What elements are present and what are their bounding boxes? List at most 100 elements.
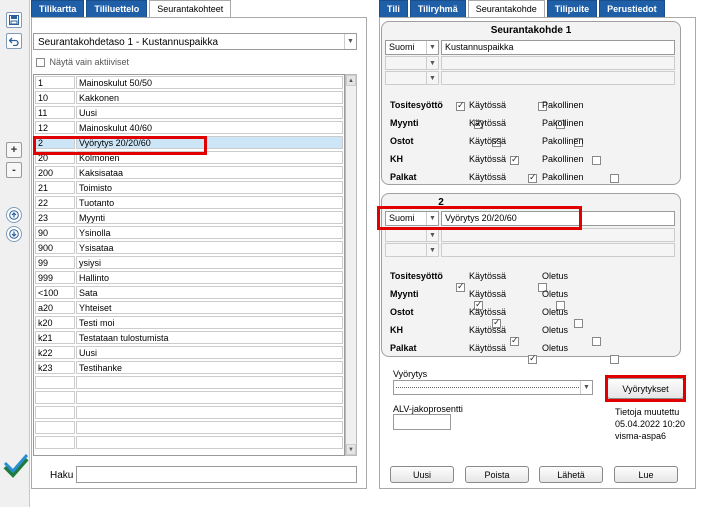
group1-enabled-checkbox[interactable] xyxy=(528,172,537,184)
list-item[interactable]: 99 ysiysi xyxy=(34,255,344,270)
save-icon[interactable] xyxy=(6,12,22,28)
group2-name-input-3[interactable] xyxy=(441,243,675,257)
highlight-allocations-button xyxy=(605,375,686,402)
list-item-code: k21 xyxy=(35,331,75,344)
show-active-checkbox[interactable] xyxy=(36,58,45,68)
list-item-code xyxy=(35,436,75,449)
vat-input[interactable] xyxy=(393,414,451,430)
group1-second-checkbox[interactable] xyxy=(592,156,601,166)
list-item[interactable] xyxy=(34,420,344,435)
list-item-code: 22 xyxy=(35,196,75,209)
list-item-code: 12 xyxy=(35,121,75,134)
list-item[interactable] xyxy=(34,435,344,450)
move-up-icon[interactable] xyxy=(6,207,22,223)
new-button[interactable]: Uusi xyxy=(390,466,454,483)
list-item[interactable]: k23 Testihanke xyxy=(34,360,344,375)
tab-perustiedot[interactable]: Perustiedot xyxy=(599,0,665,17)
search-input[interactable] xyxy=(76,466,357,483)
list-item[interactable]: k21 Testataan tulostumista xyxy=(34,330,344,345)
group1-row-label: Palkat xyxy=(390,172,417,182)
tab-tiliryhma[interactable]: Tiliryhmä xyxy=(409,0,466,17)
tracking-object-list: 1 Mainoskulut 50/50 10 Kakkonen 11 Uusi 12 Main… xyxy=(33,74,345,456)
search-label: Haku xyxy=(50,470,74,481)
delete-button[interactable]: Poista xyxy=(465,466,529,483)
info-user: visma-aspa6 xyxy=(615,431,667,441)
send-button[interactable]: Lähetä xyxy=(539,466,603,483)
group1-second-label: Pakollinen xyxy=(542,100,584,110)
group2-language-select-2[interactable]: ▼ xyxy=(385,228,439,242)
group2-second-label: Oletus xyxy=(542,307,569,317)
list-item[interactable]: 23 Myynti xyxy=(34,210,344,225)
group2-language-select-3[interactable]: ▼ xyxy=(385,243,439,257)
group1-second-label: Pakollinen xyxy=(542,136,584,146)
list-item[interactable]: 900 Ysisataa xyxy=(34,240,344,255)
group1-name-input[interactable]: Kustannuspaikka xyxy=(441,40,675,55)
group1-language-select[interactable]: Suomi ▼ xyxy=(385,40,439,55)
group2-enabled-checkbox[interactable] xyxy=(528,353,537,365)
group2-enabled-checkbox[interactable] xyxy=(510,335,519,347)
left-toolbar: + - xyxy=(0,0,30,507)
list-item-name xyxy=(76,391,343,404)
read-button[interactable]: Lue xyxy=(614,466,678,483)
list-item-code: 21 xyxy=(35,181,75,194)
highlight-list-row xyxy=(33,136,207,155)
list-item-name: Testi moi xyxy=(76,316,343,329)
vat-label: ALV-jakoprosentti xyxy=(393,404,463,414)
group2-second-label: Oletus xyxy=(542,343,569,353)
list-scrollbar[interactable]: ▲ ▼ xyxy=(345,74,357,456)
list-item-name: Uusi xyxy=(76,106,343,119)
group2-enabled-checkbox[interactable] xyxy=(456,281,465,293)
list-item[interactable]: 1 Mainoskulut 50/50 xyxy=(34,75,344,90)
scroll-up-icon[interactable]: ▲ xyxy=(346,75,356,86)
remove-icon[interactable]: - xyxy=(6,162,22,178)
group1-second-checkbox[interactable] xyxy=(610,174,619,184)
group1-name-input-2[interactable] xyxy=(441,56,675,70)
list-item[interactable]: <100 Sata xyxy=(34,285,344,300)
group1-row-label: KH xyxy=(390,154,403,164)
tab-tililuettelo[interactable]: Tililuettelo xyxy=(86,0,148,17)
tab-seurantakohde[interactable]: Seurantakohde xyxy=(467,0,545,18)
group1-language-select-3[interactable]: ▼ xyxy=(385,71,439,85)
list-item[interactable]: 200 Kaksisataa xyxy=(34,165,344,180)
list-item[interactable]: a20 Yhteiset xyxy=(34,300,344,315)
highlight-name-field xyxy=(377,206,582,230)
tab-tili[interactable]: Tili xyxy=(379,0,408,17)
list-item[interactable]: k22 Uusi xyxy=(34,345,344,360)
list-item[interactable] xyxy=(34,405,344,420)
scroll-down-icon[interactable]: ▼ xyxy=(346,444,356,455)
list-item[interactable] xyxy=(34,390,344,405)
tab-seurantakohteet[interactable]: Seurantakohteet xyxy=(149,0,232,18)
tab-tilikartta[interactable]: Tilikartta xyxy=(31,0,85,17)
list-item[interactable]: 12 Mainoskulut 40/60 xyxy=(34,120,344,135)
group1-enabled-checkbox[interactable] xyxy=(456,100,465,112)
undo-icon[interactable] xyxy=(6,33,22,49)
add-icon[interactable]: + xyxy=(6,142,22,158)
group2-name-input-2[interactable] xyxy=(441,228,675,242)
list-item[interactable]: k20 Testi moi xyxy=(34,315,344,330)
chevron-down-icon: ▼ xyxy=(426,244,438,256)
group1-enabled-checkbox[interactable] xyxy=(510,154,519,166)
group2-second-checkbox[interactable] xyxy=(574,319,583,329)
level-select[interactable]: Seurantakohdetaso 1 - Kustannuspaikka ▼ xyxy=(33,33,357,50)
list-item[interactable]: 11 Uusi xyxy=(34,105,344,120)
list-item[interactable]: 90 Ysinolla xyxy=(34,225,344,240)
list-item[interactable]: 21 Toimisto xyxy=(34,180,344,195)
group2-row-label: Ostot xyxy=(390,307,414,317)
tab-tilipuite[interactable]: Tilipuite xyxy=(546,0,598,17)
group2-second-checkbox[interactable] xyxy=(592,337,601,347)
group2-second-checkbox[interactable] xyxy=(610,355,619,365)
list-item[interactable] xyxy=(34,375,344,390)
list-item-name: Mainoskulut 40/60 xyxy=(76,121,343,134)
list-item[interactable]: 999 Hallinto xyxy=(34,270,344,285)
left-tab-bar: Tilikartta Tililuettelo Seurantakohteet xyxy=(31,0,233,18)
group1-name-input-3[interactable] xyxy=(441,71,675,85)
move-down-icon[interactable] xyxy=(6,226,22,242)
list-item[interactable]: 10 Kakkonen xyxy=(34,90,344,105)
list-item-code: 200 xyxy=(35,166,75,179)
list-item-code: a20 xyxy=(35,301,75,314)
allocation-select[interactable]: ▼ xyxy=(393,380,593,395)
group1-language-select-2[interactable]: ▼ xyxy=(385,56,439,70)
right-tab-bar: Tili Tiliryhmä Seurantakohde Tilipuite P… xyxy=(379,0,667,18)
list-item[interactable]: 22 Tuotanto xyxy=(34,195,344,210)
group2-enabled-label: Käytössä xyxy=(469,325,507,335)
